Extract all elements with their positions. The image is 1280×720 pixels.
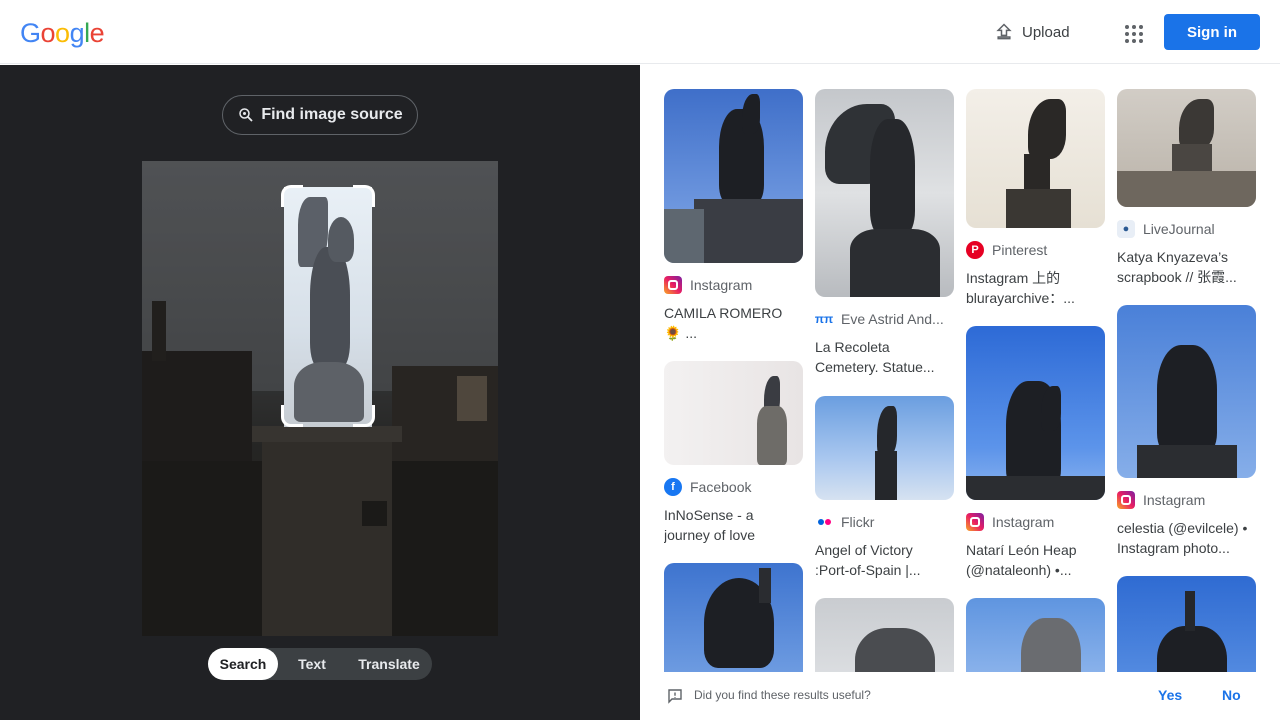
result-title: celestia (@evilcele) • Instagram photo..… bbox=[1117, 520, 1248, 556]
result-card[interactable] bbox=[966, 598, 1105, 672]
tab-translate[interactable]: Translate bbox=[346, 648, 432, 680]
google-logo[interactable]: Google bbox=[20, 18, 105, 48]
lens-search-icon bbox=[239, 108, 253, 122]
flickr-icon bbox=[815, 513, 833, 531]
result-source: P Pinterest bbox=[966, 241, 1105, 259]
result-card[interactable]: Instagram celestia (@evilcele) • Instagr… bbox=[1117, 305, 1256, 558]
instagram-icon bbox=[966, 513, 984, 531]
pi-pi-icon: ππ bbox=[815, 312, 834, 326]
crop-selection[interactable] bbox=[284, 187, 372, 427]
instagram-icon bbox=[664, 276, 682, 294]
logo-letter: G bbox=[20, 18, 41, 48]
tab-text[interactable]: Text bbox=[278, 648, 346, 680]
result-card[interactable] bbox=[664, 563, 803, 672]
visual-matches-grid: Instagram CAMILA ROMERO 🌻 ... f Facebook… bbox=[640, 65, 1280, 672]
result-source-label: Instagram bbox=[690, 277, 753, 293]
result-title: Instagram 上的 blurayarchive：... bbox=[966, 270, 1075, 306]
result-thumbnail bbox=[1117, 576, 1256, 672]
result-card[interactable]: f Facebook InNoSense - a journey of love bbox=[664, 361, 803, 545]
upload-button[interactable]: Upload bbox=[984, 14, 1080, 50]
logo-letter: g bbox=[69, 18, 85, 48]
logo-letter: o bbox=[55, 18, 70, 48]
result-source: ππ Eve Astrid And... bbox=[815, 310, 954, 328]
result-source-label: Instagram bbox=[1143, 492, 1206, 508]
result-source-label: Flickr bbox=[841, 514, 875, 530]
result-card[interactable]: Flickr Angel of Victory :Port-of-Spain |… bbox=[815, 396, 954, 580]
result-card[interactable]: ● LiveJournal Katya Knyazeva’s scrapbook… bbox=[1117, 89, 1256, 287]
result-source: Flickr bbox=[815, 513, 954, 531]
feedback-no-button[interactable]: No bbox=[1222, 687, 1241, 703]
instagram-icon bbox=[1117, 491, 1135, 509]
result-thumbnail bbox=[815, 396, 954, 500]
facebook-icon: f bbox=[664, 478, 682, 496]
result-source: Instagram bbox=[664, 276, 803, 294]
pinterest-icon: P bbox=[966, 241, 984, 259]
result-title: Angel of Victory :Port-of-Spain |... bbox=[815, 542, 921, 578]
result-thumbnail bbox=[664, 361, 803, 465]
query-image-panel: Find image source Search Text Translate bbox=[0, 65, 640, 720]
result-thumbnail bbox=[1117, 305, 1256, 478]
result-title: InNoSense - a journey of love bbox=[664, 507, 756, 543]
crop-handle[interactable] bbox=[353, 405, 375, 427]
result-thumbnail bbox=[664, 89, 803, 263]
result-title: La Recoleta Cemetery. Statue... bbox=[815, 339, 935, 375]
result-card[interactable]: P Pinterest Instagram 上的 blurayarchive：.… bbox=[966, 89, 1105, 308]
result-thumbnail bbox=[966, 89, 1105, 228]
result-thumbnail bbox=[815, 89, 954, 297]
result-title: Natarí León Heap (@nataleonh) •... bbox=[966, 542, 1077, 578]
crop-handle[interactable] bbox=[281, 185, 303, 207]
crop-handle[interactable] bbox=[353, 185, 375, 207]
crop-handle[interactable] bbox=[281, 405, 303, 427]
upload-icon bbox=[996, 23, 1012, 40]
result-card[interactable]: Instagram Natarí León Heap (@nataleonh) … bbox=[966, 326, 1105, 580]
upload-label: Upload bbox=[1022, 23, 1070, 41]
result-source-label: LiveJournal bbox=[1143, 221, 1215, 237]
feedback-yes-button[interactable]: Yes bbox=[1158, 687, 1182, 703]
result-title: Katya Knyazeva’s scrapbook // 张霞... bbox=[1117, 249, 1237, 285]
find-image-source-label: Find image source bbox=[261, 106, 403, 123]
result-thumbnail bbox=[1117, 89, 1256, 207]
feedback-question: Did you find these results useful? bbox=[694, 688, 871, 702]
result-source-label: Instagram bbox=[992, 514, 1055, 530]
result-thumbnail bbox=[815, 598, 954, 672]
result-source-label: Facebook bbox=[690, 479, 752, 495]
sign-in-button[interactable]: Sign in bbox=[1164, 14, 1260, 50]
logo-letter: o bbox=[40, 18, 56, 48]
feedback-icon bbox=[668, 689, 682, 704]
result-card[interactable] bbox=[1117, 576, 1256, 672]
result-title: CAMILA ROMERO 🌻 ... bbox=[664, 305, 783, 341]
result-card[interactable] bbox=[815, 598, 954, 672]
livejournal-icon: ● bbox=[1117, 220, 1135, 238]
result-card[interactable]: Instagram CAMILA ROMERO 🌻 ... bbox=[664, 89, 803, 343]
result-source: Instagram bbox=[1117, 491, 1256, 509]
result-thumbnail bbox=[966, 326, 1105, 500]
find-image-source-button[interactable]: Find image source bbox=[222, 95, 418, 135]
logo-letter: e bbox=[89, 18, 105, 48]
tab-search[interactable]: Search bbox=[208, 648, 278, 680]
top-bar: Google Upload Sign in bbox=[0, 0, 1280, 64]
result-thumbnail bbox=[966, 598, 1105, 672]
result-card[interactable]: ππ Eve Astrid And... La Recoleta Cemeter… bbox=[815, 89, 954, 377]
mode-tabs: Search Text Translate bbox=[208, 648, 432, 680]
result-source-label: Eve Astrid And... bbox=[841, 311, 944, 327]
feedback-bar: Did you find these results useful? Yes N… bbox=[640, 672, 1280, 720]
result-source: ● LiveJournal bbox=[1117, 220, 1256, 238]
result-thumbnail bbox=[664, 563, 803, 672]
result-source-label: Pinterest bbox=[992, 242, 1048, 258]
result-source: f Facebook bbox=[664, 478, 803, 496]
result-source: Instagram bbox=[966, 513, 1105, 531]
apps-grid-icon[interactable] bbox=[1116, 16, 1148, 48]
